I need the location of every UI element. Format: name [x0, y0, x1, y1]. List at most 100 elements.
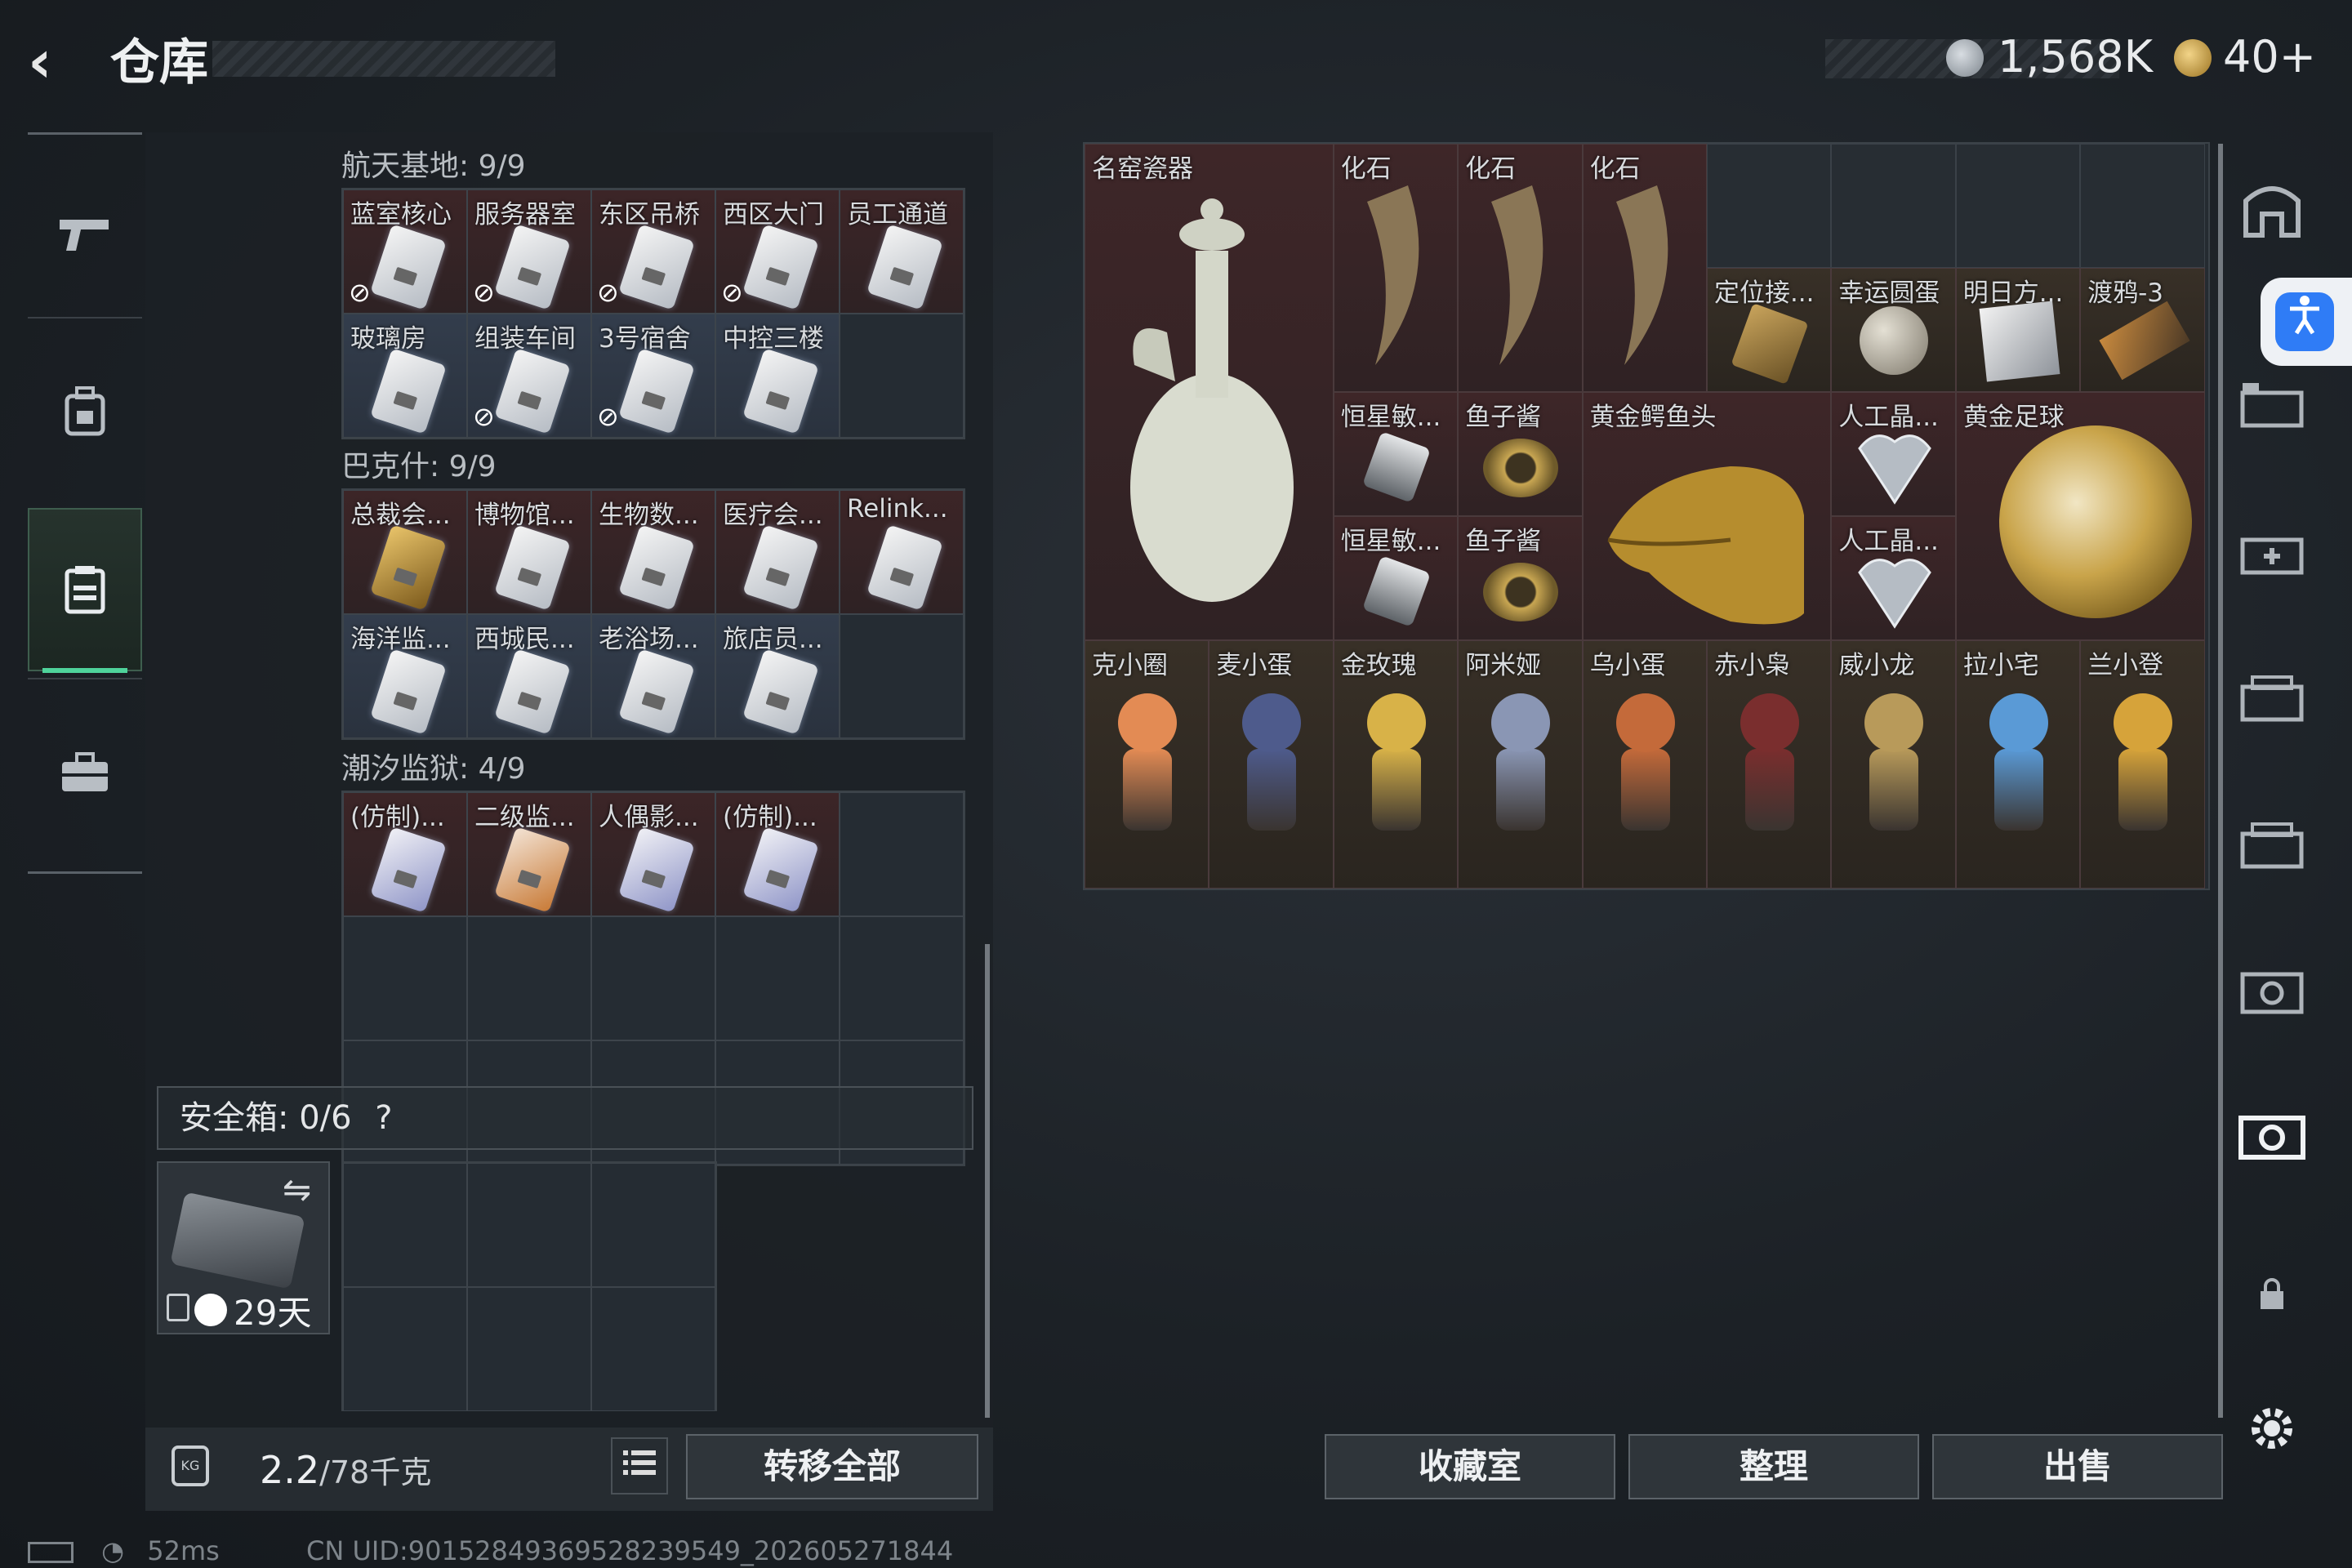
- lock-tab[interactable]: [2233, 1258, 2311, 1336]
- empty-slot[interactable]: [591, 1287, 715, 1411]
- item-figure[interactable]: 乌小蛋: [1582, 640, 1707, 889]
- keycard-slot[interactable]: 人偶影...: [591, 792, 715, 916]
- empty-slot[interactable]: [343, 1163, 467, 1287]
- collection-room-button[interactable]: 收藏室: [1325, 1434, 1615, 1499]
- figure-body-image: [2118, 749, 2168, 831]
- keycard-slot[interactable]: 海洋监...: [343, 614, 467, 738]
- empty-slot[interactable]: [840, 614, 964, 738]
- empty-slot[interactable]: [591, 1163, 715, 1287]
- empty-slot[interactable]: [467, 1287, 591, 1411]
- keycard-slot[interactable]: 玻璃房: [343, 314, 467, 438]
- keycard-slot[interactable]: 中控三楼: [715, 314, 840, 438]
- safe-box-item[interactable]: ⇋ 29天: [157, 1161, 330, 1334]
- empty-slot[interactable]: [343, 916, 467, 1040]
- item-figure[interactable]: 克小圈: [1085, 640, 1209, 889]
- figure-head-image: [1491, 693, 1551, 752]
- keycard-slot[interactable]: 西城民...: [467, 614, 591, 738]
- item-fossil[interactable]: 化石: [1582, 144, 1707, 392]
- case-tab[interactable]: [2233, 376, 2311, 454]
- item-tomorrow-album[interactable]: 明日方...: [1955, 268, 2081, 392]
- help-icon[interactable]: ?: [375, 1099, 392, 1137]
- back-button[interactable]: ‹: [28, 32, 85, 91]
- empty-slot[interactable]: [1831, 144, 1956, 268]
- lock-icon: [2261, 1278, 2283, 1309]
- scrollbar[interactable]: [2218, 144, 2223, 1418]
- folder-case-tab-2[interactable]: [2233, 817, 2311, 895]
- item-caviar[interactable]: 鱼子酱: [1458, 516, 1583, 640]
- medkit-case-tab[interactable]: [2233, 523, 2311, 601]
- nav-backpack[interactable]: [28, 330, 142, 493]
- empty-slot[interactable]: [840, 916, 964, 1040]
- keycard-slot[interactable]: 服务器室 ⊘: [467, 189, 591, 314]
- keycard-slot[interactable]: 西区大门 ⊘: [715, 189, 840, 314]
- item-label: Relink...: [847, 494, 948, 523]
- keycard-slot[interactable]: 东区吊桥 ⊘: [591, 189, 715, 314]
- keycard-slot[interactable]: (仿制)...: [343, 792, 467, 916]
- keycard-slot[interactable]: Relink...: [840, 490, 964, 614]
- accessibility-icon[interactable]: [2275, 292, 2334, 351]
- item-gold-ball[interactable]: 黄金足球: [1955, 392, 2205, 640]
- item-figure[interactable]: 拉小宅: [1955, 640, 2081, 889]
- item-figure[interactable]: 阿米娅: [1458, 640, 1583, 889]
- empty-slot[interactable]: [343, 1287, 467, 1411]
- scrollbar[interactable]: [985, 944, 990, 1418]
- folder-case-tab[interactable]: [2233, 670, 2311, 748]
- item-hengxing[interactable]: 恒星敏...: [1333, 392, 1459, 516]
- keycard-slot[interactable]: 老浴场...: [591, 614, 715, 738]
- item-figure[interactable]: 兰小登: [2080, 640, 2205, 889]
- item-hengxing[interactable]: 恒星敏...: [1333, 516, 1459, 640]
- keycard-slot[interactable]: (仿制)...: [715, 792, 840, 916]
- keycard-slot[interactable]: 博物馆...: [467, 490, 591, 614]
- item-gold-croc[interactable]: 黄金鳄鱼头: [1582, 392, 1832, 640]
- keycard-slot[interactable]: 员工通道: [840, 189, 964, 314]
- organize-button[interactable]: 整理: [1628, 1434, 1919, 1499]
- nav-toolbox[interactable]: [28, 691, 142, 854]
- toolbox-icon: [62, 752, 108, 791]
- keycard-slot[interactable]: 3号宿舍 ⊘: [591, 314, 715, 438]
- item-figure[interactable]: 麦小蛋: [1209, 640, 1334, 889]
- item-fossil[interactable]: 化石: [1333, 144, 1459, 392]
- empty-slot[interactable]: [467, 1163, 591, 1287]
- nav-storage[interactable]: [28, 508, 142, 671]
- coin-balance[interactable]: 1,568K: [1998, 31, 2153, 82]
- empty-slot[interactable]: [467, 916, 591, 1040]
- empty-slot[interactable]: [715, 916, 840, 1040]
- token-balance[interactable]: 40+: [2223, 31, 2316, 82]
- empty-slot[interactable]: [2080, 144, 2205, 268]
- armor-tab[interactable]: [2233, 181, 2311, 260]
- sell-button[interactable]: 出售: [1932, 1434, 2223, 1499]
- empty-slot[interactable]: [1955, 144, 2081, 268]
- transfer-all-button[interactable]: 转移全部: [686, 1434, 978, 1499]
- item-caviar[interactable]: 鱼子酱: [1458, 392, 1583, 516]
- item-crow[interactable]: 渡鸦-3: [2080, 268, 2205, 392]
- empty-slot[interactable]: [1706, 144, 1832, 268]
- item-vase[interactable]: 名窑瓷器: [1085, 144, 1334, 640]
- item-crystal[interactable]: 人工晶...: [1831, 516, 1956, 640]
- keycard-slot[interactable]: 医疗会...: [715, 490, 840, 614]
- keycard-slot[interactable]: 旅店员...: [715, 614, 840, 738]
- empty-slot[interactable]: [591, 916, 715, 1040]
- keycard-case-tab[interactable]: [2233, 962, 2311, 1040]
- item-figure[interactable]: 威小龙: [1831, 640, 1956, 889]
- item-lucky-egg[interactable]: 幸运圆蛋: [1831, 268, 1956, 392]
- keycard-case-tab-active[interactable]: [2233, 1109, 2311, 1187]
- empty-slot[interactable]: [840, 314, 964, 438]
- keycard-slot[interactable]: 组装车间 ⊘: [467, 314, 591, 438]
- item-locator[interactable]: 定位接...: [1706, 268, 1832, 392]
- list-view-button[interactable]: [611, 1437, 668, 1494]
- keycard-slot[interactable]: 蓝室核心 ⊘: [343, 189, 467, 314]
- sensor-image: [1361, 555, 1431, 627]
- item-figure[interactable]: 赤小枭: [1706, 640, 1832, 889]
- keycard-slot[interactable]: 生物数...: [591, 490, 715, 614]
- keycard-slot[interactable]: 总裁会...: [343, 490, 467, 614]
- keycard-image: [742, 224, 819, 310]
- nav-weapon[interactable]: [28, 152, 142, 315]
- keycard-slot[interactable]: 二级监...: [467, 792, 591, 916]
- swap-icon[interactable]: ⇋: [283, 1169, 311, 1209]
- item-crystal[interactable]: 人工晶...: [1831, 392, 1956, 516]
- token-icon: [2174, 39, 2212, 77]
- empty-slot[interactable]: [840, 792, 964, 916]
- item-figure[interactable]: 金玫瑰: [1333, 640, 1459, 889]
- settings-button[interactable]: [2233, 1401, 2311, 1480]
- item-fossil[interactable]: 化石: [1458, 144, 1583, 392]
